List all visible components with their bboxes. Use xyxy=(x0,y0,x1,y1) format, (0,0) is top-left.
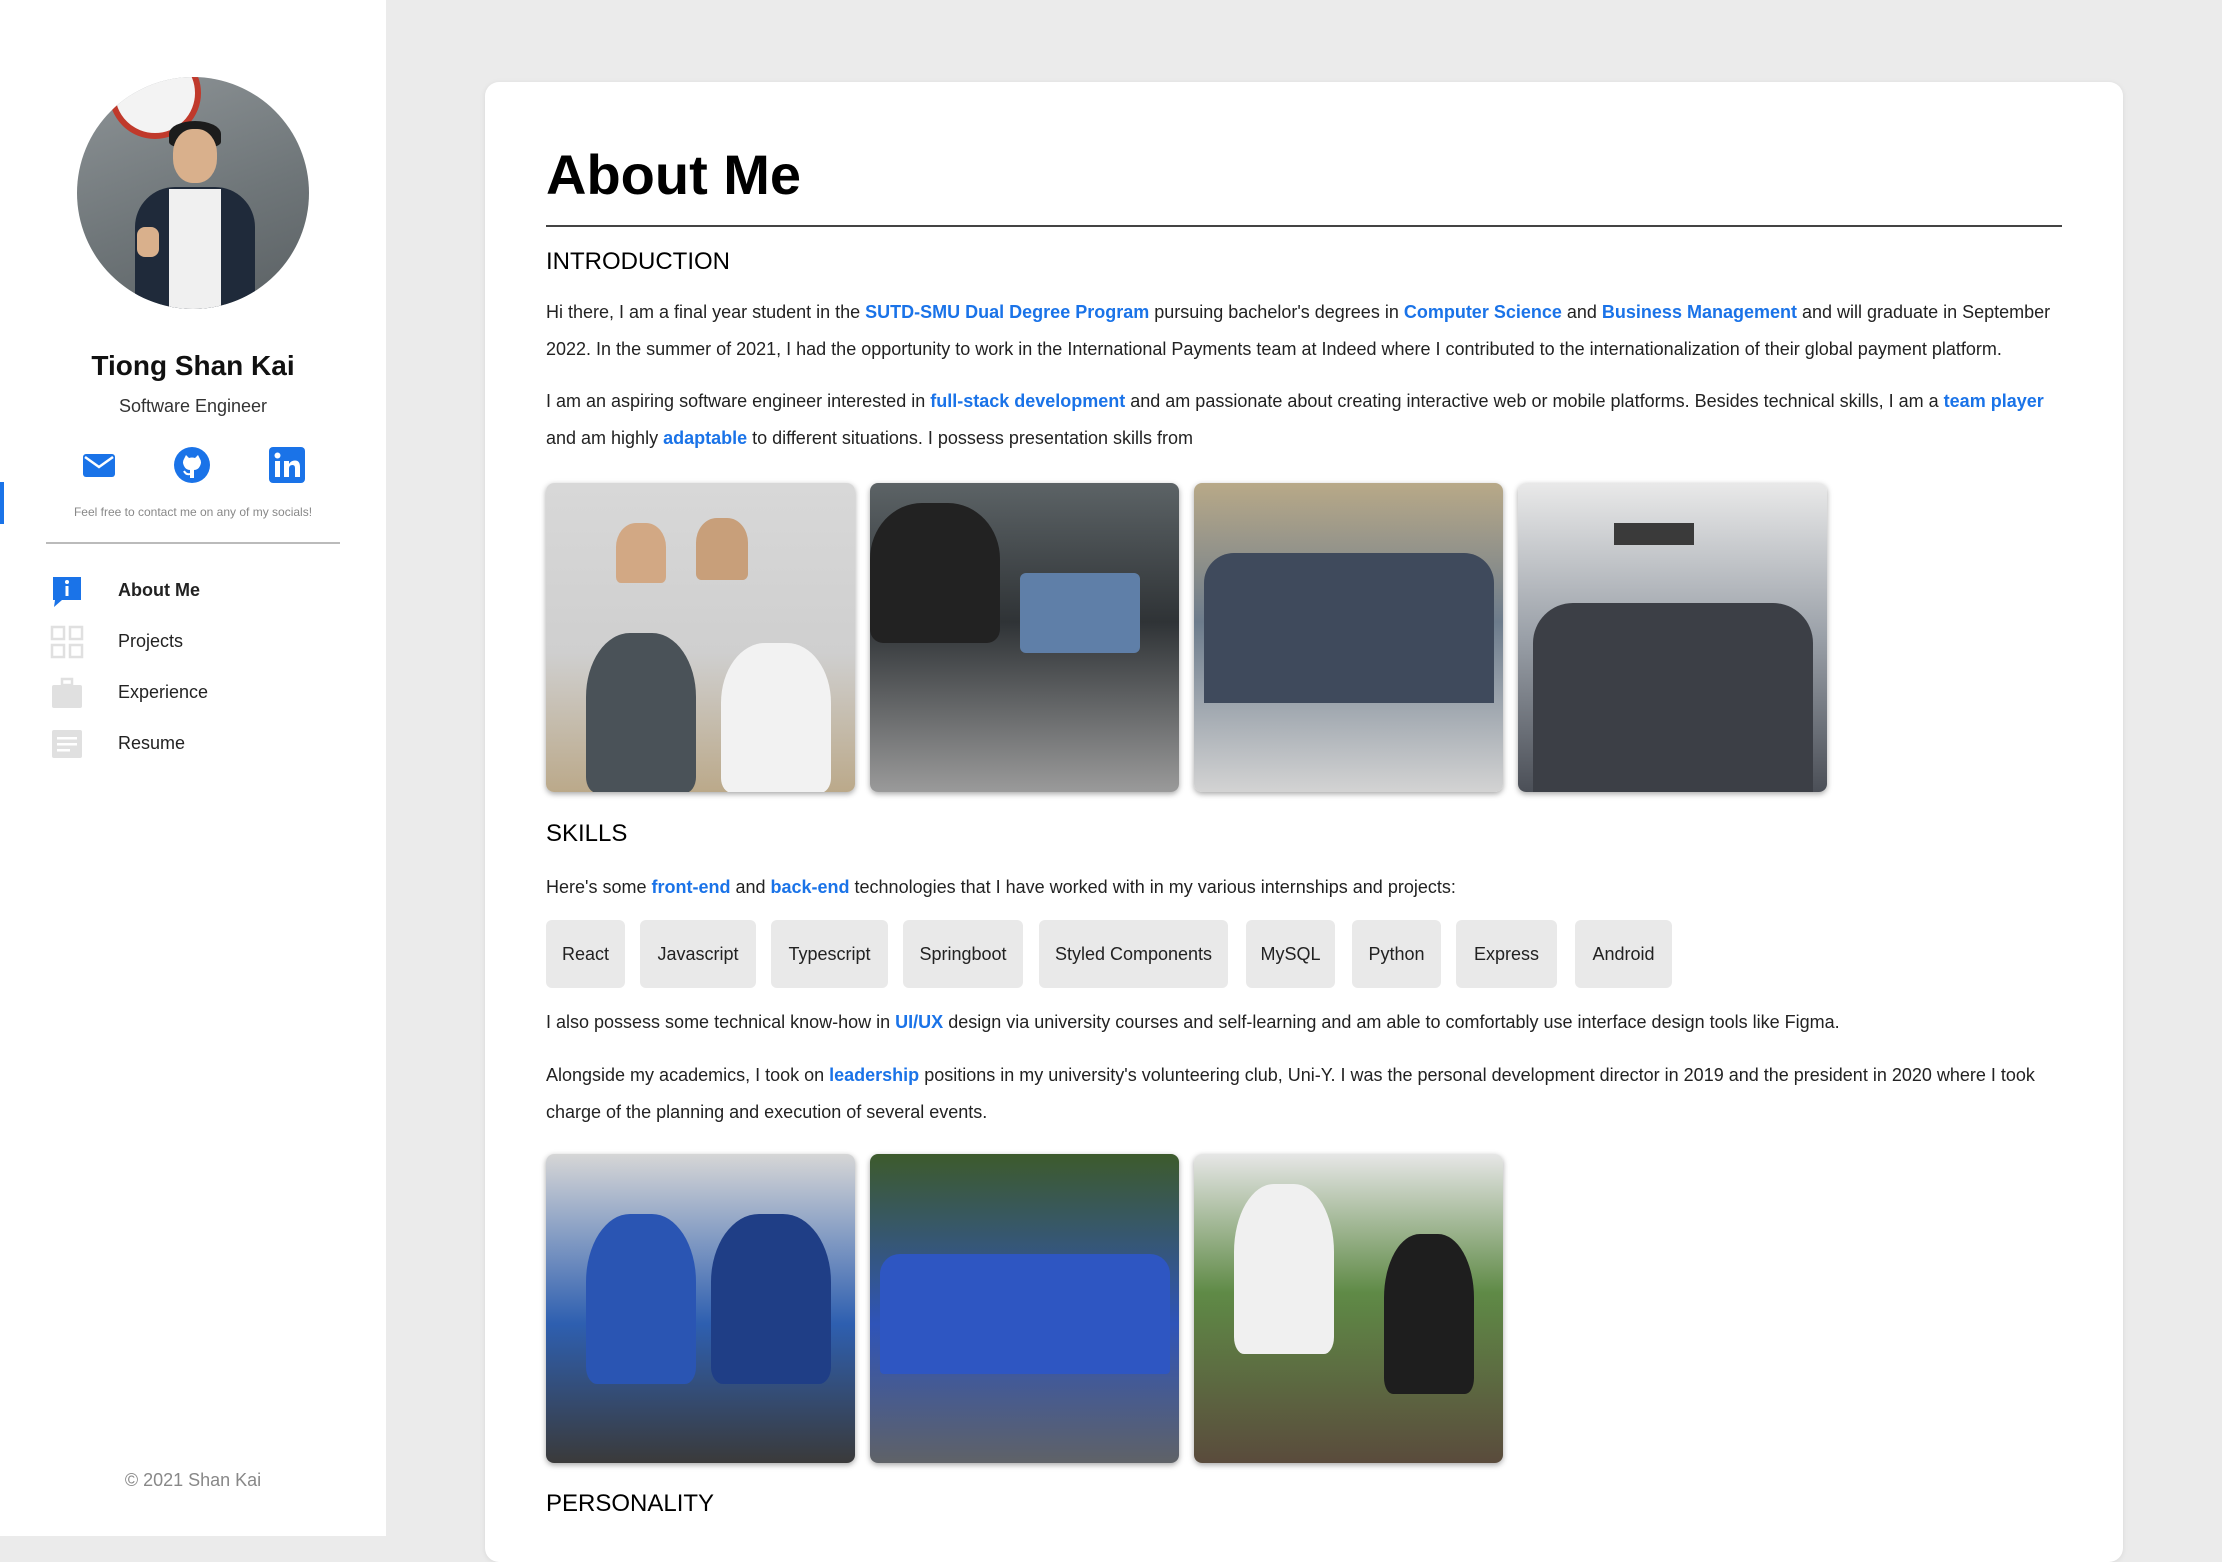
skill-chips: React Javascript Typescript Springboot S… xyxy=(546,920,2106,990)
nav-item-projects[interactable]: Projects xyxy=(50,621,350,661)
highlight-program: SUTD-SMU Dual Degree Program xyxy=(865,302,1150,322)
section-heading-introduction: INTRODUCTION xyxy=(546,248,730,275)
skill-chip: React xyxy=(546,920,625,988)
skills-paragraph-2: I also possess some technical know-how i… xyxy=(546,1012,1840,1032)
nav-label: Projects xyxy=(118,631,184,651)
photo-volunteering xyxy=(1194,1154,1503,1463)
skill-chip: Javascript xyxy=(640,920,756,988)
linkedin-icon[interactable] xyxy=(268,446,306,484)
page-title: About Me xyxy=(546,143,802,206)
skills-paragraph-1: Here's some front-end and back-end techn… xyxy=(546,877,1456,897)
info-icon xyxy=(50,574,84,608)
profile-name: Tiong Shan Kai xyxy=(91,350,295,381)
highlight-adaptable: adaptable xyxy=(663,428,748,448)
photo-club-group xyxy=(870,1154,1179,1463)
skill-chip: Springboot xyxy=(903,920,1023,988)
sidebar: Tiong Shan Kai Software Engineer Feel fr… xyxy=(0,0,386,1536)
section-heading-skills: SKILLS xyxy=(546,820,628,847)
title-divider xyxy=(546,225,2062,227)
photo-club-meeting xyxy=(546,1154,855,1463)
avatar-thumbs-up xyxy=(137,227,159,257)
skill-chip: Typescript xyxy=(771,920,888,988)
highlight-fullstack: full-stack development xyxy=(930,391,1126,411)
photo-coding-laptop xyxy=(870,483,1179,792)
sidebar-divider xyxy=(46,542,340,544)
section-heading-personality: PERSONALITY xyxy=(546,1490,715,1517)
nav-label: About Me xyxy=(118,580,200,600)
nav-label: Resume xyxy=(118,733,186,753)
grid-icon xyxy=(50,625,84,659)
avatar xyxy=(77,77,309,309)
avatar-face xyxy=(173,129,217,183)
nav-label: Experience xyxy=(118,682,209,702)
contact-note: Feel free to contact me on any of my soc… xyxy=(73,505,313,519)
highlight-leadership: leadership xyxy=(829,1065,920,1085)
skill-chip: Python xyxy=(1352,920,1441,988)
content-card: About Me INTRODUCTION Hi there, I am a f… xyxy=(485,82,2123,1562)
profile-role: Software Engineer xyxy=(118,396,268,416)
intro-paragraph-2: I am an aspiring software engineer inter… xyxy=(546,391,2044,448)
nav-item-experience[interactable]: Experience xyxy=(50,672,350,712)
highlight-team-player: team player xyxy=(1943,391,2044,411)
intro-paragraph-1: Hi there, I am a final year student in t… xyxy=(546,302,2051,359)
highlight-uiux: UI/UX xyxy=(895,1012,944,1032)
avatar-shirt xyxy=(169,189,221,309)
highlight-frontend: front-end xyxy=(651,877,731,897)
nav-item-resume[interactable]: Resume xyxy=(50,723,350,763)
github-icon[interactable] xyxy=(173,446,211,484)
skill-chip: Styled Components xyxy=(1039,920,1228,988)
document-icon xyxy=(50,727,84,761)
skill-chip: Android xyxy=(1575,920,1672,988)
highlight-cs: Computer Science xyxy=(1403,302,1562,322)
briefcase-icon xyxy=(50,676,84,710)
skill-chip: Express xyxy=(1456,920,1557,988)
highlight-business: Business Management xyxy=(1601,302,1797,322)
highlight-backend: back-end xyxy=(770,877,850,897)
skill-chip: MySQL xyxy=(1246,920,1335,988)
photo-group-event xyxy=(1194,483,1503,792)
skills-paragraph-3: Alongside my academics, I took on leader… xyxy=(546,1065,2035,1122)
mail-icon[interactable] xyxy=(80,446,118,484)
photo-sutd-group xyxy=(1518,483,1827,792)
copyright-footer: © 2021 Shan Kai xyxy=(124,1470,262,1490)
photo-group-team xyxy=(546,483,855,792)
nav-item-about-me[interactable]: About Me xyxy=(50,570,350,610)
